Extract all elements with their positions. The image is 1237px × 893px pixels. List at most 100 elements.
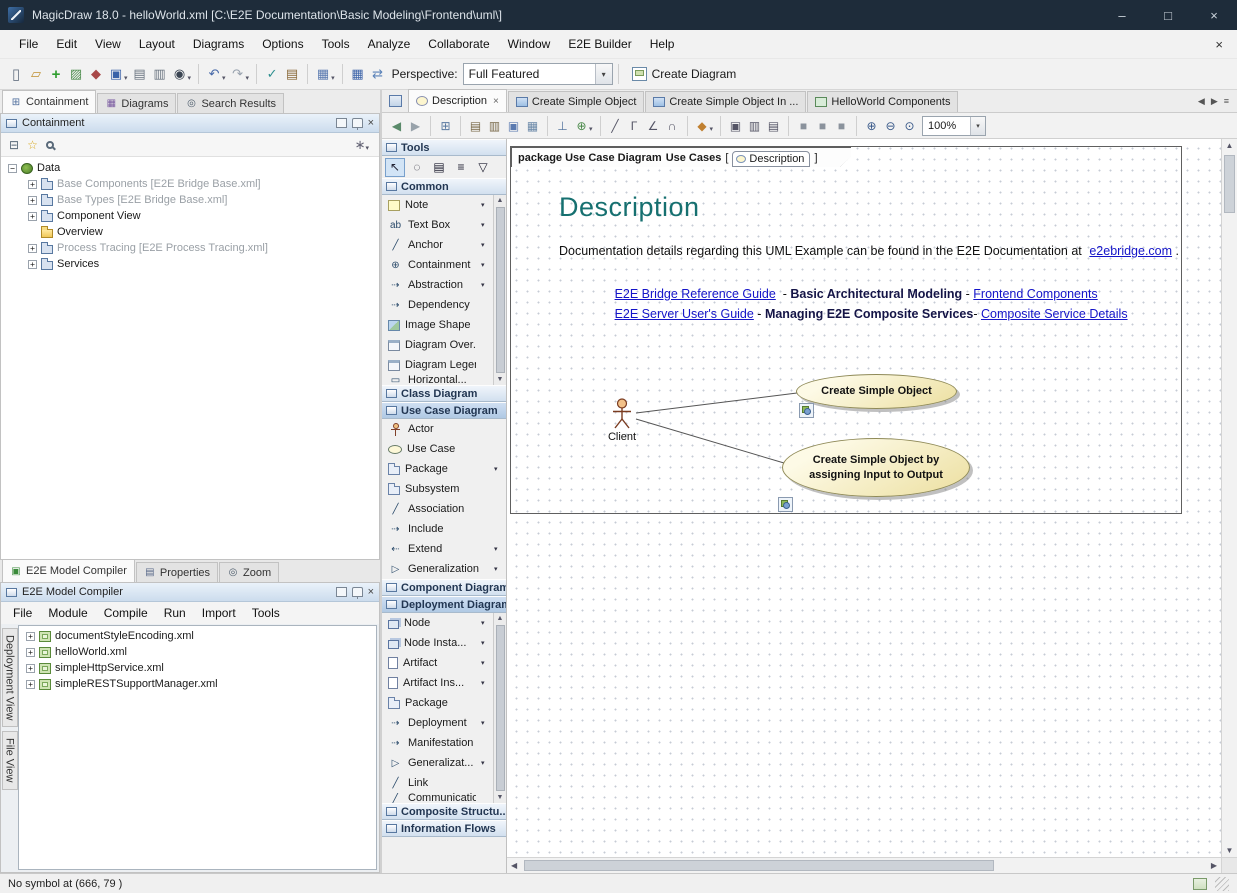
palette-item[interactable]: ╱ Anchor ▾ (382, 235, 506, 255)
palette-item[interactable]: Note ▾ (382, 195, 506, 215)
zoom-dropdown[interactable]: 100% ▾ (922, 116, 986, 136)
expander-icon[interactable]: − (8, 164, 17, 173)
palette-item[interactable]: Actor (382, 419, 506, 439)
tree-row[interactable]: + simpleRESTSupportManager.xml (19, 676, 376, 692)
layout-icon[interactable]: ▦ (348, 63, 368, 85)
tree-row[interactable]: + Component View (1, 208, 379, 224)
paste-diagram-icon[interactable]: ▤ (466, 116, 485, 136)
palette-item[interactable]: ╱ Association (382, 499, 506, 519)
horizontal-scrollbar[interactable]: ◀ ▶ (507, 857, 1221, 873)
palette-section-deployment-diagram[interactable]: Deployment Diagram (382, 596, 506, 613)
bottom-tab[interactable]: ▤ Properties (136, 562, 218, 582)
import-project-icon[interactable]: ▨ (66, 63, 86, 85)
close-button[interactable]: × (1191, 0, 1237, 30)
dropdown-arrow-icon[interactable]: ▾ (188, 74, 192, 82)
vertical-scrollbar[interactable]: ▲ ▼ (1221, 139, 1237, 857)
menu-item[interactable]: View (86, 33, 130, 55)
dropdown-arrow-icon[interactable]: ▾ (222, 74, 226, 82)
expander-icon[interactable]: + (28, 244, 37, 253)
palette-item[interactable]: Diagram Legend (382, 355, 506, 375)
scroll-thumb[interactable] (1224, 155, 1235, 213)
palette-item[interactable]: ╱ Link (382, 773, 506, 793)
search-icon[interactable] (46, 141, 54, 149)
dropdown-arrow-icon[interactable]: ▾ (246, 74, 250, 82)
print-icon[interactable]: ▤ (130, 63, 150, 85)
palette-scrollbar[interactable]: ▲ ▼ (493, 195, 506, 385)
compiler-menu-item[interactable]: File (5, 603, 40, 623)
chevron-down-icon[interactable]: ▾ (494, 465, 503, 473)
tree-row[interactable]: + helloWorld.xml (19, 644, 376, 660)
notes-icon[interactable]: ▤ (282, 63, 302, 85)
dropdown-arrow-icon[interactable]: ▾ (331, 74, 335, 82)
composite-service-details-link[interactable]: Composite Service Details (981, 307, 1128, 321)
group-icon[interactable]: ▣ (726, 116, 745, 136)
expander-icon[interactable]: + (28, 212, 37, 221)
palette-scrollbar[interactable]: ▲ ▼ (493, 613, 506, 803)
back-icon[interactable]: ◀ (387, 116, 406, 136)
diagram-canvas[interactable]: package Use Case Diagram Use Cases [ Des… (507, 139, 1221, 857)
memory-status-icon[interactable] (1193, 878, 1207, 890)
menu-item[interactable]: Diagrams (184, 33, 253, 55)
quick-layout-icon[interactable]: ⇄ (368, 63, 388, 85)
undo-icon[interactable]: ↶ (204, 63, 224, 85)
diagram-link-badge[interactable] (799, 403, 814, 418)
tree-row[interactable]: Overview (1, 224, 379, 240)
image-export-icon[interactable]: ▤ (764, 116, 783, 136)
print-preview-icon[interactable]: ▥ (150, 63, 170, 85)
menu-item[interactable]: File (10, 33, 47, 55)
palette-item[interactable]: Node Insta... ▾ (382, 633, 506, 653)
chevron-down-icon[interactable]: ▾ (481, 639, 490, 647)
scroll-up-icon[interactable]: ▲ (497, 195, 504, 206)
chevron-down-icon[interactable]: ▾ (481, 221, 490, 229)
scroll-thumb[interactable] (496, 207, 505, 373)
containment-browser-icon[interactable]: ⊞ (436, 116, 455, 136)
package-frame[interactable]: package Use Case Diagram Use Cases [ Des… (510, 146, 1182, 514)
scroll-down-icon[interactable]: ▼ (497, 792, 504, 803)
palette-item[interactable]: Artifact Ins... ▾ (382, 673, 506, 693)
tree-row[interactable]: + Base Components [E2E Bridge Base.xml] (1, 176, 379, 192)
compiler-menu-item[interactable]: Tools (244, 603, 288, 623)
new-project-icon[interactable]: ▯ (6, 63, 26, 85)
teamwork-icon[interactable]: ◆ (86, 63, 106, 85)
same-height-icon[interactable]: ■ (813, 116, 832, 136)
chevron-down-icon[interactable]: ▾ (494, 565, 503, 573)
expander-icon[interactable]: + (26, 632, 35, 641)
palette-item[interactable]: Node ▾ (382, 613, 506, 633)
open-project-icon[interactable]: ▱ (26, 63, 46, 85)
chevron-down-icon[interactable]: ▾ (481, 759, 490, 767)
palette-item[interactable]: ⇢ Deployment ▾ (382, 713, 506, 733)
tree-row[interactable]: + simpleHttpService.xml (19, 660, 376, 676)
add-project-icon[interactable]: + (46, 63, 66, 85)
menu-item[interactable]: Collaborate (419, 33, 498, 55)
diagram-title-text[interactable]: Description (559, 192, 700, 223)
tab-list-icon[interactable]: ≡ (1224, 96, 1229, 106)
selection-filter-icon[interactable]: ◌ (407, 158, 427, 177)
palette-item[interactable]: ╱ Communicatio (382, 793, 506, 803)
palette-item[interactable]: ⇢ Include (382, 519, 506, 539)
chevron-down-icon[interactable]: ▾ (970, 117, 985, 135)
chevron-down-icon[interactable]: ▾ (481, 619, 490, 627)
palette-item[interactable]: Subsystem (382, 479, 506, 499)
palette-item[interactable]: ⇢ Abstraction ▾ (382, 275, 506, 295)
chevron-down-icon[interactable]: ▾ (494, 545, 503, 553)
tree-row[interactable]: − Data (1, 160, 379, 176)
bottom-tab[interactable]: ◎ Zoom (219, 562, 279, 582)
expander-icon[interactable]: + (26, 664, 35, 673)
chevron-down-icon[interactable]: ▾ (481, 261, 490, 269)
compiler-side-tab[interactable]: File View (2, 731, 18, 789)
zoom-in-icon[interactable]: ⊕ (862, 116, 881, 136)
menu-item[interactable]: Layout (130, 33, 184, 55)
compiler-menu-item[interactable]: Run (156, 603, 194, 623)
close-panel-icon[interactable]: × (368, 118, 374, 129)
scroll-down-icon[interactable]: ▼ (1226, 846, 1234, 855)
layout-tree-icon[interactable]: ⊥ (553, 116, 572, 136)
spelling-icon[interactable]: ✓ (262, 63, 282, 85)
pin-panel-icon[interactable] (352, 118, 363, 128)
same-size-icon[interactable]: ■ (832, 116, 851, 136)
scroll-up-icon[interactable]: ▲ (497, 613, 504, 624)
resize-grip-icon[interactable] (1215, 877, 1229, 891)
same-width-icon[interactable]: ■ (794, 116, 813, 136)
rectilinear-style-icon[interactable]: Γ (625, 116, 644, 136)
doc-link[interactable]: e2ebridge.com (1089, 244, 1172, 258)
palette-item[interactable]: ▭ Horizontal... (382, 375, 506, 385)
